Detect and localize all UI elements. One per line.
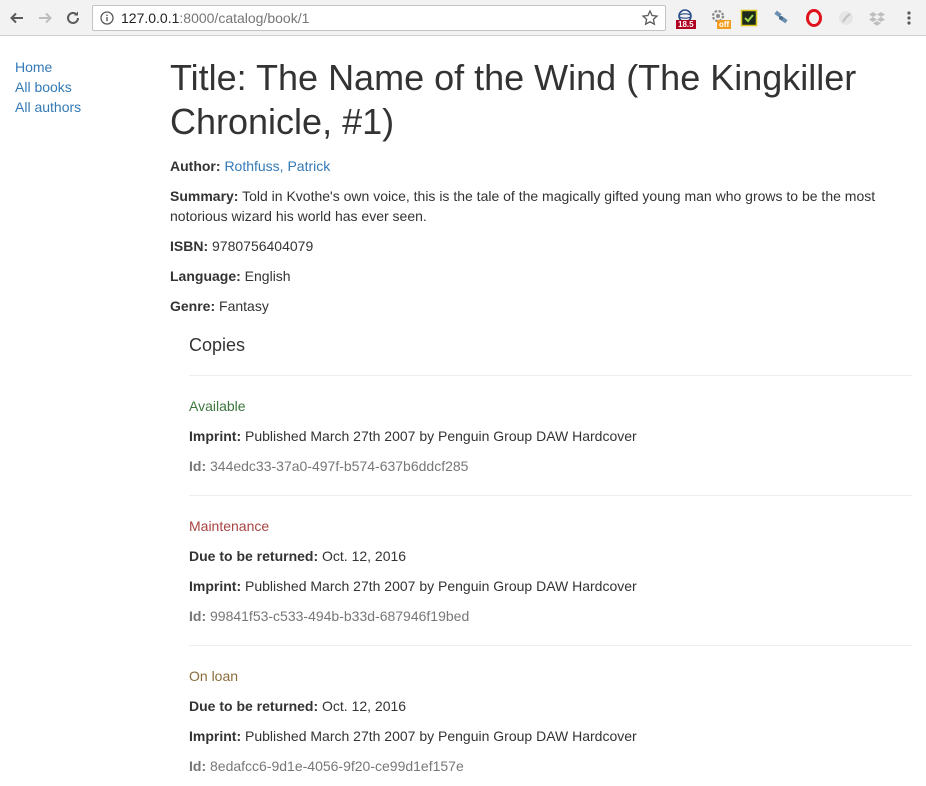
- sidebar-item-all-books[interactable]: All books: [15, 77, 81, 97]
- author-link[interactable]: Rothfuss, Patrick: [224, 158, 330, 174]
- isbn-row: ISBN: 9780756404079: [170, 236, 912, 256]
- satellite-extension-icon: [774, 10, 788, 24]
- divider: [189, 645, 912, 646]
- extension-2-button[interactable]: off: [708, 7, 732, 29]
- copies-heading: Copies: [189, 335, 246, 355]
- info-icon[interactable]: [99, 10, 115, 26]
- id-value: 99841f53-c533-494b-b33d-687946f19bed: [210, 608, 470, 624]
- divider: [189, 495, 912, 496]
- id-value: 8edafcc6-9d1e-4056-9f20-ce99d1ef157e: [210, 758, 464, 774]
- url-path: :8000/catalog/book/1: [179, 10, 310, 26]
- reload-icon: [67, 11, 79, 24]
- summary-label: Summary:: [170, 188, 239, 204]
- language-value: English: [244, 268, 291, 284]
- sidebar-nav: Home All books All authors: [15, 57, 81, 117]
- copy-imprint-row: Imprint: Published March 27th 2007 by Pe…: [189, 426, 912, 446]
- id-label: Id:: [189, 608, 207, 624]
- author-label: Author:: [170, 158, 221, 174]
- copy-item: On loan Due to be returned: Oct. 12, 201…: [189, 666, 912, 776]
- extension-6-button[interactable]: [835, 7, 857, 29]
- url-host: 127.0.0.1: [121, 10, 180, 26]
- copy-imprint-row: Imprint: Published March 27th 2007 by Pe…: [189, 576, 912, 596]
- browser-menu-button[interactable]: [898, 7, 920, 29]
- author-row: Author: Rothfuss, Patrick: [170, 156, 912, 176]
- imprint-label: Imprint:: [189, 728, 242, 744]
- imprint-value: Published March 27th 2007 by Penguin Gro…: [245, 728, 637, 744]
- summary-row: Summary: Told in Kvothe's own voice, thi…: [170, 186, 912, 226]
- sidebar-item-all-authors[interactable]: All authors: [15, 97, 81, 117]
- reload-button[interactable]: [62, 7, 84, 29]
- check-extension-icon: [740, 9, 758, 27]
- address-bar[interactable]: 127.0.0.1:8000/catalog/book/1: [92, 5, 666, 31]
- feather-extension-icon: [839, 11, 853, 25]
- copy-due-row: Due to be returned: Oct. 12, 2016: [189, 546, 912, 566]
- book-detail: Title: The Name of the Wind (The Kingkil…: [170, 56, 912, 786]
- imprint-value: Published March 27th 2007 by Penguin Gro…: [245, 578, 637, 594]
- copy-item: Available Imprint: Published March 27th …: [189, 396, 912, 476]
- isbn-label: ISBN:: [170, 238, 209, 254]
- imprint-value: Published March 27th 2007 by Penguin Gro…: [245, 428, 637, 444]
- extension-2-badge: off: [717, 20, 732, 29]
- copy-item: Maintenance Due to be returned: Oct. 12,…: [189, 516, 912, 626]
- language-label: Language:: [170, 268, 241, 284]
- copies-section: Copies Available Imprint: Published Marc…: [189, 334, 912, 776]
- due-value: Oct. 12, 2016: [322, 698, 407, 714]
- copy-id-row: Id: 344edc33-37a0-497f-b574-637b6ddcf285: [189, 456, 912, 476]
- extension-3-button[interactable]: [738, 7, 760, 29]
- copy-status: On loan: [189, 668, 239, 684]
- copy-status: Available: [189, 398, 246, 414]
- due-value: Oct. 12, 2016: [322, 548, 407, 564]
- extension-7-button[interactable]: [866, 7, 888, 29]
- genre-label: Genre:: [170, 298, 216, 314]
- copy-id-row: Id: 99841f53-c533-494b-b33d-687946f19bed: [189, 606, 912, 626]
- due-label: Due to be returned:: [189, 698, 319, 714]
- copy-due-row: Due to be returned: Oct. 12, 2016: [189, 696, 912, 716]
- back-arrow-icon: [10, 12, 23, 24]
- id-label: Id:: [189, 458, 207, 474]
- id-value: 344edc33-37a0-497f-b574-637b6ddcf285: [210, 458, 469, 474]
- forward-arrow-icon: [39, 12, 52, 24]
- kebab-menu-icon: [907, 11, 911, 25]
- extension-1-badge: 18.5: [676, 20, 696, 29]
- id-label: Id:: [189, 758, 207, 774]
- isbn-value: 9780756404079: [212, 238, 314, 254]
- forward-button[interactable]: [34, 7, 56, 29]
- divider: [189, 375, 912, 376]
- back-button[interactable]: [6, 7, 28, 29]
- imprint-label: Imprint:: [189, 578, 242, 594]
- extension-1-button[interactable]: 18.5: [674, 7, 696, 29]
- opera-extension-icon: [806, 9, 822, 27]
- dropbox-extension-icon: [869, 12, 885, 26]
- extension-5-button[interactable]: [803, 7, 825, 29]
- sidebar-item-home[interactable]: Home: [15, 57, 81, 77]
- imprint-label: Imprint:: [189, 428, 242, 444]
- page-title: Title: The Name of the Wind (The Kingkil…: [170, 57, 857, 142]
- copy-id-row: Id: 8edafcc6-9d1e-4056-9f20-ce99d1ef157e: [189, 756, 912, 776]
- copy-imprint-row: Imprint: Published March 27th 2007 by Pe…: [189, 726, 912, 746]
- summary-text: Told in Kvothe's own voice, this is the …: [170, 188, 876, 224]
- due-label: Due to be returned:: [189, 548, 319, 564]
- genre-row: Genre: Fantasy: [170, 296, 912, 316]
- language-row: Language: English: [170, 266, 912, 286]
- copy-status: Maintenance: [189, 518, 270, 534]
- url-text: 127.0.0.1:8000/catalog/book/1: [121, 10, 309, 26]
- browser-toolbar: 127.0.0.1:8000/catalog/book/1 18.5 off: [0, 0, 926, 36]
- genre-value: Fantasy: [219, 298, 269, 314]
- bookmark-star-icon[interactable]: [641, 9, 659, 27]
- extension-4-button[interactable]: [770, 7, 792, 29]
